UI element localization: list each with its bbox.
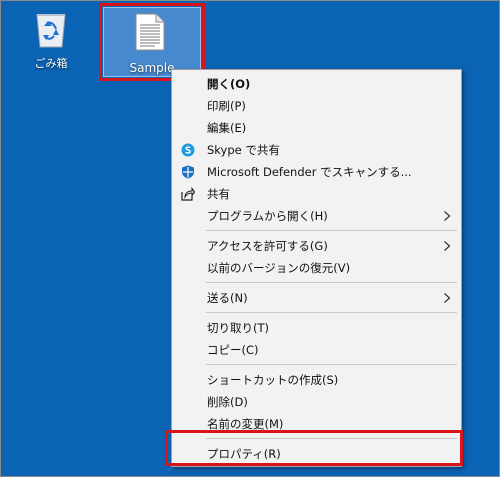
menu-item-print-label: 印刷(P) (207, 99, 246, 113)
recycle-bin-icon (36, 14, 66, 48)
chevron-right-icon (444, 241, 451, 251)
menu-item-open-label: 開く(O) (207, 77, 251, 91)
chevron-right-icon (444, 211, 451, 221)
menu-item-copy-label: コピー(C) (207, 343, 259, 357)
menu-item-delete[interactable]: 削除(D) (172, 391, 461, 413)
recycle-bin-label: ごみ箱 (34, 57, 68, 70)
menu-item-skype-share[interactable]: Skype で共有 (172, 139, 461, 161)
menu-item-create-shortcut-label: ショートカットの作成(S) (207, 373, 339, 387)
menu-item-cut[interactable]: 切り取り(T) (172, 317, 461, 339)
menu-item-share[interactable]: 共有 (172, 183, 461, 205)
menu-item-share-label: 共有 (207, 187, 230, 201)
menu-item-create-shortcut[interactable]: ショートカットの作成(S) (172, 369, 461, 391)
skype-icon (181, 143, 195, 157)
menu-item-edit-label: 編集(E) (207, 121, 247, 135)
recycle-bin-desktop-icon[interactable]: ごみ箱 (23, 9, 79, 71)
menu-item-defender-scan[interactable]: Microsoft Defender でスキャンする... (172, 161, 461, 183)
menu-item-send-to[interactable]: 送る(N) (172, 287, 461, 309)
menu-separator (206, 230, 457, 231)
menu-item-cut-label: 切り取り(T) (207, 321, 269, 335)
menu-item-restore-versions[interactable]: 以前のバージョンの復元(V) (172, 257, 461, 279)
menu-item-open-with-label: プログラムから開く(H) (207, 209, 328, 223)
menu-item-skype-share-label: Skype で共有 (207, 143, 280, 157)
menu-separator (206, 312, 457, 313)
menu-item-give-access[interactable]: アクセスを許可する(G) (172, 235, 461, 257)
menu-item-rename-label: 名前の変更(M) (207, 417, 284, 431)
menu-item-restore-versions-label: 以前のバージョンの復元(V) (207, 261, 351, 275)
properties-highlight-box (165, 430, 463, 466)
menu-separator (206, 282, 457, 283)
context-menu: 開く(O) 印刷(P) 編集(E) Skype で共有 Microsoft De… (171, 69, 462, 467)
share-icon (181, 187, 195, 201)
chevron-right-icon (444, 293, 451, 303)
menu-item-defender-scan-label: Microsoft Defender でスキャンする... (207, 165, 412, 179)
menu-item-print[interactable]: 印刷(P) (172, 95, 461, 117)
menu-item-edit[interactable]: 編集(E) (172, 117, 461, 139)
menu-item-open-with[interactable]: プログラムから開く(H) (172, 205, 461, 227)
defender-shield-icon (182, 165, 194, 179)
menu-item-copy[interactable]: コピー(C) (172, 339, 461, 361)
menu-item-send-to-label: 送る(N) (207, 291, 248, 305)
menu-item-give-access-label: アクセスを許可する(G) (207, 239, 328, 253)
desktop[interactable]: ごみ箱 Sample 開く(O) 印刷(P) 編集(E) Skype で共有 M… (0, 0, 500, 477)
menu-separator (206, 364, 457, 365)
menu-item-open[interactable]: 開く(O) (172, 73, 461, 95)
menu-item-delete-label: 削除(D) (207, 395, 248, 409)
